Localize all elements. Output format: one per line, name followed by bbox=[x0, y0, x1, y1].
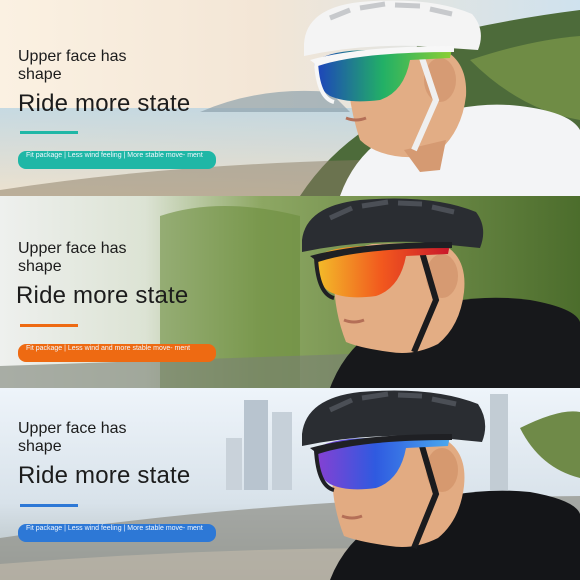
feature-pill: Fit package | Less wind feeling | More s… bbox=[18, 151, 216, 169]
feature-pill: Fit package | Less wind feeling | More s… bbox=[18, 524, 216, 542]
headline: Ride more state bbox=[18, 90, 191, 117]
product-banner-white-helmet: Upper face has shape Ride more state Fit… bbox=[0, 0, 580, 196]
subtitle: Upper face has shape bbox=[18, 420, 127, 455]
headline: Ride more state bbox=[16, 282, 189, 309]
accent-divider bbox=[20, 324, 78, 327]
product-banner-orange-lens: Upper face has shape Ride more state Fit… bbox=[0, 196, 580, 388]
product-banner-blue-lens: Upper face has shape Ride more state Fit… bbox=[0, 388, 580, 580]
accent-divider bbox=[20, 131, 78, 134]
headline: Ride more state bbox=[18, 462, 191, 489]
subtitle: Upper face has shape bbox=[18, 240, 127, 275]
subtitle: Upper face has shape bbox=[18, 48, 127, 83]
feature-pill: Fit package | Less wind and more stable … bbox=[18, 344, 216, 362]
accent-divider bbox=[20, 504, 78, 507]
